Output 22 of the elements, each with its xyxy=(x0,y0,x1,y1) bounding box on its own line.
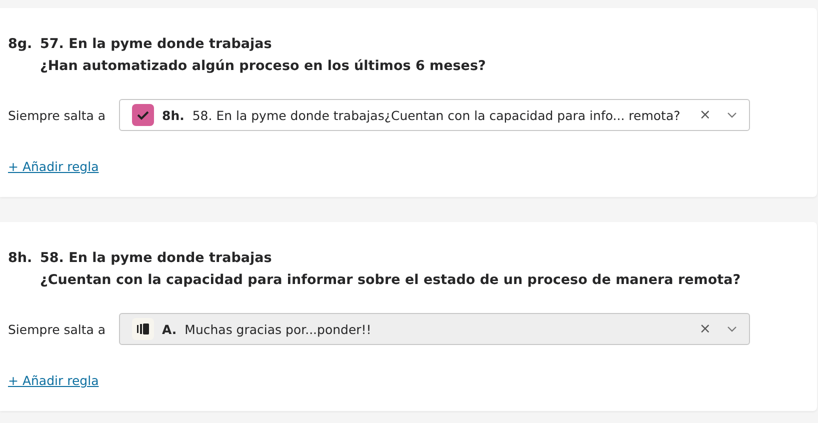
chevron-down-icon[interactable] xyxy=(727,326,737,332)
rule-label: Siempre salta a xyxy=(8,108,107,122)
clear-button[interactable]: × xyxy=(699,107,711,123)
jump-target-select[interactable]: 8h. 58. En la pyme donde trabajas¿Cuentan con la capacidad para info... remota? × xyxy=(119,99,750,131)
rule-label: Siempre salta a xyxy=(8,322,107,336)
jump-target-select[interactable]: A. Muchas gracias por...ponder!! × xyxy=(119,313,750,345)
target-text: 58. En la pyme donde trabajas¿Cuentan con la capacidad para info... remota? xyxy=(192,108,682,122)
add-rule-link[interactable]: + Añadir regla xyxy=(8,159,99,174)
check-icon xyxy=(132,104,154,126)
target-number: 8h. xyxy=(162,108,184,122)
question-number: 8g. xyxy=(8,36,34,52)
target-number: A. xyxy=(162,322,177,336)
target-text: Muchas gracias por...ponder!! xyxy=(184,322,372,336)
question-text: ¿Cuentan con la capacidad para informar sobre el estado de un proceso de manera remota? xyxy=(40,272,742,288)
question-number: 8h. xyxy=(8,250,34,266)
chevron-down-icon[interactable] xyxy=(727,112,737,118)
question-title: 58. En la pyme donde trabajas xyxy=(40,250,273,266)
question-text: ¿Han automatizado algún proceso en los últimos 6 meses? xyxy=(40,58,487,74)
question-title: 57. En la pyme donde trabajas xyxy=(40,36,273,52)
clear-button[interactable]: × xyxy=(699,321,711,337)
ending-icon xyxy=(132,318,154,340)
add-rule-link[interactable]: + Añadir regla xyxy=(8,373,99,388)
